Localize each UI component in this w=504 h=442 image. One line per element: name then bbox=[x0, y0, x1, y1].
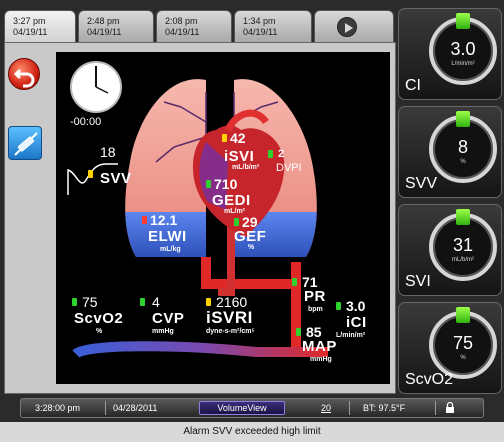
lock-icon[interactable] bbox=[445, 401, 455, 416]
scvo2-value: 75 bbox=[82, 294, 98, 310]
scvo2-flag bbox=[72, 298, 77, 306]
gedi-value: 710 bbox=[214, 176, 238, 192]
volume-view-diagram: -00:00 18 SVV 42 iSVI mL/b/m² 2 DVPI 710… bbox=[56, 52, 390, 384]
scvo2-unit: % bbox=[96, 328, 103, 335]
tile-svi[interactable]: 31 mL/b/m² SVI bbox=[398, 204, 502, 296]
gef-unit: % bbox=[248, 244, 255, 251]
status-time: 3:28:00 pm bbox=[35, 403, 81, 413]
map-flag bbox=[296, 328, 301, 336]
tab-3[interactable]: 2:08 pm 04/19/11 bbox=[156, 10, 232, 42]
pr-unit: bpm bbox=[308, 306, 323, 313]
svv-tile-unit: % bbox=[460, 159, 466, 165]
status-divider bbox=[349, 401, 350, 415]
isvi-value: 42 bbox=[230, 130, 246, 146]
cvp-unit: mmHg bbox=[152, 328, 174, 335]
dvpi-flag bbox=[268, 150, 273, 158]
svi-label: SVI bbox=[405, 273, 431, 290]
ici-unit: L/min/m² bbox=[336, 332, 366, 339]
gef-label: GEF bbox=[234, 228, 267, 245]
map-unit: mmHg bbox=[310, 356, 332, 363]
svv-value: 18 bbox=[100, 144, 116, 160]
status-divider bbox=[435, 401, 436, 415]
elwi-flag bbox=[142, 216, 147, 224]
tab-4-time: 1:34 pm bbox=[243, 16, 276, 26]
tab-1-time: 3:27 pm bbox=[13, 16, 46, 26]
svv-tile-value: 8 bbox=[457, 137, 468, 157]
scvo2-label: ScvO2 bbox=[74, 310, 124, 327]
isvri-unit: dyne-s-m²/cm⁵ bbox=[206, 328, 255, 335]
ici-value: 3.0 bbox=[346, 298, 366, 314]
ci-status-indicator bbox=[456, 13, 470, 29]
pr-flag bbox=[292, 278, 297, 286]
svv-flag bbox=[88, 170, 93, 178]
scvo2-status-indicator bbox=[456, 307, 470, 323]
isvri-flag bbox=[206, 298, 211, 306]
elwi-value: 12.1 bbox=[150, 212, 178, 228]
tab-2[interactable]: 2:48 pm 04/19/11 bbox=[78, 10, 154, 42]
scvo2-tile-value: 75 bbox=[452, 333, 474, 353]
dvpi-value: 2 bbox=[278, 148, 285, 160]
undo-arrow-icon bbox=[13, 68, 35, 88]
gef-flag bbox=[234, 218, 239, 226]
syringe-icon bbox=[14, 132, 38, 156]
isvi-unit: mL/b/m² bbox=[232, 164, 260, 171]
svv-tile-label: SVV bbox=[405, 175, 438, 192]
status-divider bbox=[105, 401, 106, 415]
scvo2-tile-unit: % bbox=[460, 355, 466, 361]
ci-unit: L/min/m² bbox=[451, 61, 475, 67]
volumeview-mode-button[interactable]: VolumeView bbox=[199, 401, 285, 415]
alarm-message: Alarm SVV exceeded high limit bbox=[0, 422, 504, 442]
dvpi-label: DVPI bbox=[276, 162, 302, 174]
tab-2-date: 04/19/11 bbox=[87, 27, 122, 37]
status-bar: 3:28:00 pm 04/28/2011 VolumeView 20 BT: … bbox=[20, 398, 484, 418]
parameter-tiles: 3.0 L/min/m² CI 8 % SVV 31 mL/b/m² SVI 7… bbox=[398, 4, 502, 398]
map-label: MAP bbox=[302, 338, 337, 355]
scvo2-tile-label: ScvO2 bbox=[405, 371, 454, 388]
gedi-label: GEDI bbox=[212, 192, 251, 209]
tile-ci[interactable]: 3.0 L/min/m² CI bbox=[398, 8, 502, 100]
ici-flag bbox=[336, 302, 341, 310]
tab-3-time: 2:08 pm bbox=[165, 16, 198, 26]
back-arrow-button[interactable] bbox=[8, 58, 40, 90]
elwi-label: ELWI bbox=[148, 228, 187, 245]
tab-2-time: 2:48 pm bbox=[87, 16, 120, 26]
isvi-label: iSVI bbox=[224, 148, 255, 165]
tile-scvo2[interactable]: 75 % ScvO2 bbox=[398, 302, 502, 394]
svi-status-indicator bbox=[456, 209, 470, 225]
tab-3-date: 04/19/11 bbox=[165, 27, 200, 37]
ci-value: 3.0 bbox=[450, 39, 476, 59]
elwi-unit: mL/kg bbox=[160, 246, 181, 253]
monitor-frame: 3:27 pm 04/19/11 2:48 pm 04/19/11 2:08 p… bbox=[0, 0, 504, 442]
tab-1-date: 04/19/11 bbox=[13, 27, 48, 37]
play-icon[interactable] bbox=[337, 17, 357, 37]
status-temperature: BT: 97.5°F bbox=[363, 403, 406, 413]
cvp-label: CVP bbox=[152, 310, 185, 327]
tab-4-date: 04/19/11 bbox=[243, 27, 278, 37]
stopwatch-icon bbox=[70, 61, 122, 113]
isvri-label: iSVRI bbox=[206, 308, 253, 327]
svi-unit: mL/b/m² bbox=[451, 257, 474, 263]
pr-label: PR bbox=[304, 288, 326, 305]
tile-svv[interactable]: 8 % SVV bbox=[398, 106, 502, 198]
tab-play[interactable] bbox=[314, 10, 394, 42]
svv-status-indicator bbox=[456, 111, 470, 127]
gedi-flag bbox=[206, 180, 211, 188]
cvp-value: 4 bbox=[152, 294, 160, 310]
tab-4[interactable]: 1:34 pm 04/19/11 bbox=[234, 10, 312, 42]
timer-readout: -00:00 bbox=[70, 116, 102, 128]
cvp-flag bbox=[140, 298, 145, 306]
ici-label: iCI bbox=[346, 314, 367, 331]
syringe-button[interactable] bbox=[8, 126, 42, 160]
svi-value: 31 bbox=[452, 235, 474, 255]
isvi-flag bbox=[222, 134, 227, 142]
status-date: 04/28/2011 bbox=[113, 403, 158, 413]
ci-label: CI bbox=[405, 77, 421, 94]
svv-label: SVV bbox=[100, 170, 132, 187]
tab-1[interactable]: 3:27 pm 04/19/11 bbox=[4, 10, 76, 42]
status-count[interactable]: 20 bbox=[321, 403, 331, 413]
